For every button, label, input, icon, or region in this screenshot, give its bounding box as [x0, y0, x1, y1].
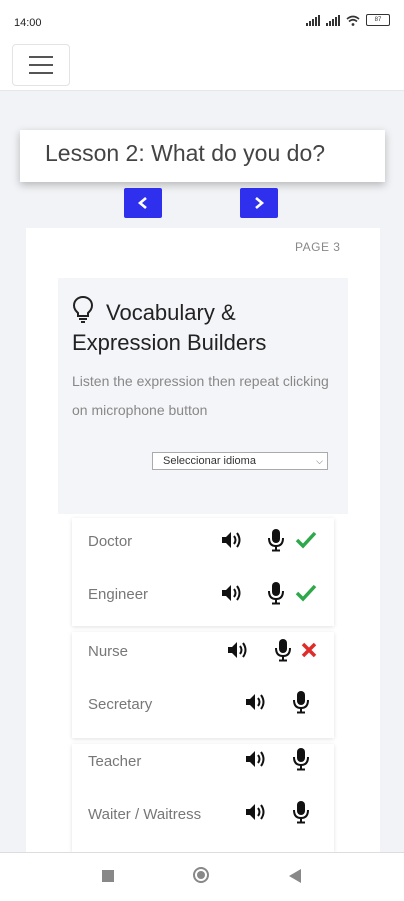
check-icon: [294, 583, 318, 603]
chevron-left-icon: [137, 197, 147, 209]
microphone-icon[interactable]: [273, 638, 293, 662]
speaker-icon[interactable]: [244, 749, 270, 769]
chevron-right-icon: [255, 197, 265, 209]
vocab-title: Vocabulary & Expression Builders: [72, 300, 267, 355]
recents-button[interactable]: [102, 870, 114, 882]
cross-icon: [300, 641, 318, 659]
language-select-value: Seleccionar idioma: [163, 455, 256, 467]
next-page-button[interactable]: [240, 188, 278, 218]
hamburger-icon: [29, 56, 53, 58]
speaker-icon[interactable]: [244, 802, 270, 822]
chevron-down-icon: ⌵: [316, 456, 323, 466]
microphone-icon[interactable]: [266, 528, 286, 552]
microphone-icon[interactable]: [291, 800, 311, 824]
menu-button[interactable]: [12, 44, 70, 86]
word-label: Engineer: [88, 586, 149, 603]
back-button[interactable]: [289, 869, 301, 883]
speaker-icon[interactable]: [220, 583, 246, 603]
home-button[interactable]: [193, 867, 209, 883]
lesson-title: Lesson 2: What do you do?: [45, 140, 326, 166]
check-icon: [294, 530, 318, 550]
microphone-icon[interactable]: [266, 581, 286, 605]
speaker-icon[interactable]: [226, 640, 252, 660]
vocab-description: Listen the expression then repeat clicki…: [72, 373, 329, 418]
battery-icon: 87: [366, 14, 390, 26]
signal-icon: [306, 14, 320, 26]
word-label: Doctor: [88, 533, 133, 550]
signal-icon-2: [326, 14, 340, 26]
word-label: Waiter / Waitress: [88, 806, 202, 823]
word-label: Teacher: [88, 753, 142, 770]
microphone-icon[interactable]: [291, 690, 311, 714]
speaker-icon[interactable]: [244, 692, 270, 712]
wifi-icon: [346, 15, 360, 26]
status-icons: 87: [306, 14, 390, 26]
speaker-icon[interactable]: [220, 530, 246, 550]
prev-page-button[interactable]: [124, 188, 162, 218]
page-number: PAGE 3: [295, 240, 341, 254]
word-label: Secretary: [88, 696, 153, 713]
language-select[interactable]: Seleccionar idioma ⌵: [152, 452, 328, 470]
microphone-icon[interactable]: [291, 747, 311, 771]
status-time: 14:00: [14, 17, 42, 29]
word-label: Nurse: [88, 643, 129, 660]
